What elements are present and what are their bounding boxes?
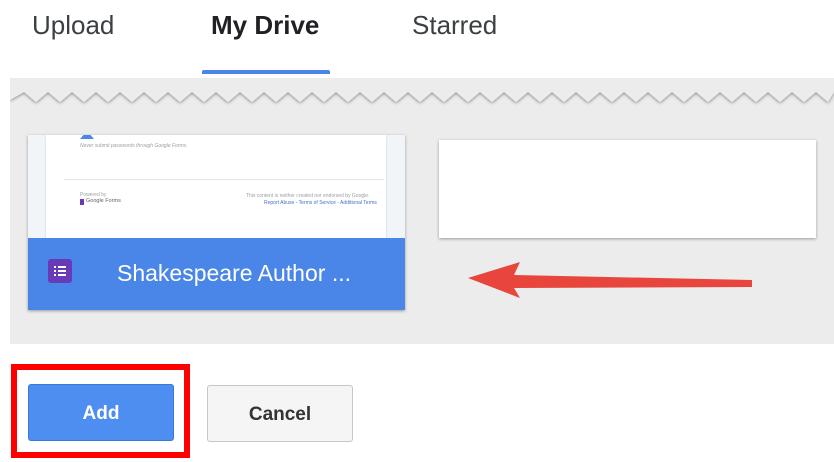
file-thumbnail[interactable]	[439, 140, 816, 238]
forms-mini-icon	[80, 199, 84, 205]
preview-document	[46, 135, 386, 238]
preview-links: Report Abuse - Terms of Service - Additi…	[264, 200, 377, 206]
tab-upload[interactable]: Upload	[32, 6, 114, 44]
preview-disclaimer: This content is neither created nor endo…	[246, 193, 370, 199]
google-forms-icon	[48, 259, 72, 283]
mountain-logo-icon	[80, 135, 94, 139]
torn-edge-decoration	[10, 78, 834, 102]
cancel-button[interactable]: Cancel	[207, 385, 353, 442]
tab-starred[interactable]: Starred	[412, 6, 497, 44]
tab-my-drive[interactable]: My Drive	[211, 6, 319, 44]
file-title-bar[interactable]: Shakespeare Author ...	[28, 238, 405, 310]
preview-warning-text: Never submit passwords through Google Fo…	[80, 143, 188, 149]
file-preview: Never submit passwords through Google Fo…	[28, 135, 405, 238]
red-arrow-icon	[468, 262, 752, 298]
add-button[interactable]: Add	[28, 384, 174, 441]
file-thumbnail-selected[interactable]: Never submit passwords through Google Fo…	[28, 135, 405, 310]
preview-divider	[64, 179, 384, 180]
preview-brand: Google Forms	[86, 198, 121, 204]
active-tab-indicator	[202, 70, 330, 74]
file-name: Shakespeare Author ...	[117, 260, 351, 286]
file-list-area: Never submit passwords through Google Fo…	[10, 78, 834, 344]
picker-tabs: Upload My Drive Starred	[0, 0, 834, 76]
